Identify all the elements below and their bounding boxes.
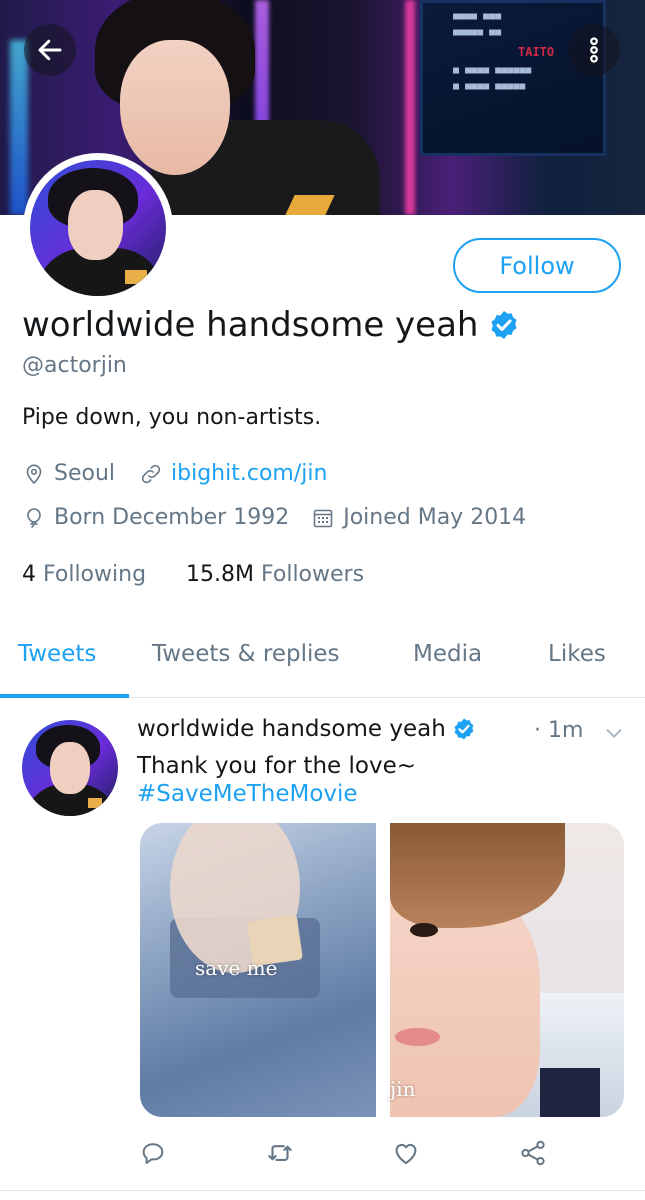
following-stat[interactable]: 4 Following [22, 562, 146, 587]
website-link[interactable]: ibighit.com/jin [171, 461, 327, 486]
verified-badge-icon [454, 718, 474, 740]
avatar-face [50, 742, 90, 794]
birthday-text: Born December 1992 [54, 505, 290, 530]
image-decor [410, 923, 438, 937]
like-icon [395, 1143, 417, 1165]
share-button[interactable] [515, 1135, 551, 1171]
tweet-actions [0, 1135, 645, 1175]
tweet-menu-button[interactable] [603, 722, 625, 748]
location-text: Seoul [54, 461, 116, 486]
active-tab-indicator [0, 694, 129, 698]
dates-row: Born December 1992 Joined May 2014 [22, 505, 526, 530]
more-options-button[interactable] [568, 24, 620, 76]
tweet-body: Thank you for the love~ #SaveMeTheMovie [137, 752, 416, 808]
avatar-face [68, 190, 123, 260]
balloon-icon [27, 507, 41, 528]
avatar-decor [125, 270, 147, 284]
banner-decor [10, 40, 28, 215]
like-button[interactable] [388, 1135, 424, 1171]
image-decor [395, 1028, 440, 1046]
link-icon [141, 464, 161, 483]
more-vertical-icon [590, 37, 598, 63]
display-name: worldwide handsome yeah [22, 305, 479, 345]
tab-tweets-replies[interactable]: Tweets & replies [152, 641, 340, 667]
reply-button[interactable] [135, 1135, 171, 1171]
tweet-text: Thank you for the love~ [137, 753, 416, 779]
chevron-down-icon [606, 729, 622, 738]
tab-tweets[interactable]: Tweets [18, 641, 96, 667]
tweet-avatar[interactable] [22, 720, 118, 816]
location-pin-icon [26, 464, 42, 484]
retweet-icon [268, 1145, 292, 1161]
calendar-icon [313, 509, 333, 527]
follow-stats: 4 Following 15.8M Followers [22, 562, 364, 587]
image-decor [540, 1068, 600, 1117]
banner-person-face [120, 40, 230, 175]
handle: @actorjin [22, 353, 127, 378]
media-image-left[interactable]: save me [140, 823, 376, 1117]
media-image-right[interactable]: jin [390, 823, 624, 1117]
following-label: Following [43, 562, 147, 587]
tweet-timestamp[interactable]: · 1m [534, 718, 583, 743]
arcade-screen-text: TAITO [518, 45, 555, 59]
retweet-button[interactable] [262, 1135, 298, 1171]
tweet-media[interactable]: save me jin [140, 823, 624, 1117]
birthday: Born December 1992 [22, 505, 289, 530]
joined-date: Joined May 2014 [311, 505, 526, 530]
followers-count: 15.8M [186, 562, 254, 587]
media-caption-left: save me [195, 956, 278, 980]
location: Seoul [22, 461, 115, 486]
share-icon [521, 1140, 545, 1166]
followers-label: Followers [261, 562, 365, 587]
display-name-row: worldwide handsome yeah [22, 305, 520, 345]
followers-stat[interactable]: 15.8M Followers [186, 562, 364, 587]
profile-tabs: Tweets Tweets & replies Media Likes [0, 635, 645, 698]
follow-button[interactable]: Follow [453, 238, 621, 293]
bio: Pipe down, you non-artists. [22, 405, 322, 430]
arcade-screen: ■■■■ ■■■ ■■■■■ ■■ TAITO ■ ■■■■ ■■■■■■ ■ … [420, 0, 606, 156]
tab-likes[interactable]: Likes [548, 641, 606, 667]
arrow-left-icon [38, 39, 62, 61]
tweet-author-row: worldwide handsome yeah [137, 716, 476, 742]
media-caption-right: jin [390, 1077, 416, 1101]
tweet-author-name[interactable]: worldwide handsome yeah [137, 716, 446, 742]
tab-media[interactable]: Media [413, 641, 482, 667]
reply-icon [142, 1143, 164, 1164]
joined-text: Joined May 2014 [343, 505, 527, 530]
banner-decor [405, 0, 415, 215]
image-decor [390, 823, 565, 928]
verified-badge-icon [491, 311, 518, 339]
location-website-row: Seoul ibighit.com/jin [22, 461, 327, 486]
divider [0, 1190, 645, 1191]
website[interactable]: ibighit.com/jin [139, 461, 327, 486]
tweet-hashtag[interactable]: #SaveMeTheMovie [137, 780, 416, 808]
profile-avatar[interactable] [23, 153, 173, 303]
back-button[interactable] [24, 24, 76, 76]
following-count: 4 [22, 562, 36, 587]
avatar-decor [88, 798, 102, 808]
